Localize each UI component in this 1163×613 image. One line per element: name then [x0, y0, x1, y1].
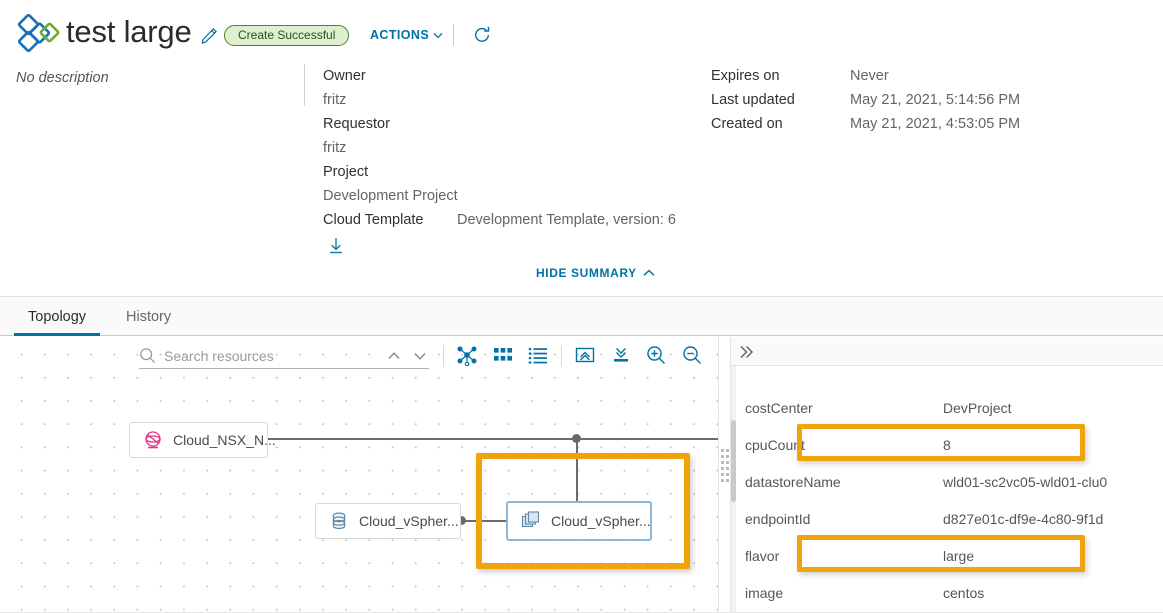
property-key: flavor	[745, 547, 780, 564]
cloud-template-row: Cloud Template Development Template, ver…	[323, 208, 703, 232]
topology-canvas[interactable]: Cloud_NSX_N... Cloud_vSpher...	[0, 337, 718, 613]
expires-on-row: Expires on Never	[711, 64, 1020, 88]
node-label: Cloud_vSpher...	[359, 513, 459, 529]
nsx-network-icon	[142, 429, 164, 451]
tab-history[interactable]: History	[112, 297, 185, 336]
app-root: test large Create Successful ACTIONS No …	[0, 0, 1163, 613]
topology-graph-view-icon[interactable]	[456, 344, 478, 367]
hide-summary-label: HIDE SUMMARY	[536, 266, 637, 280]
property-row-image[interactable]: image centos	[745, 574, 1163, 611]
summary-section: No description Owner fritz Requestor fri…	[0, 58, 1163, 290]
property-row-flavor[interactable]: flavor large	[745, 537, 1163, 574]
list-view-icon[interactable]	[527, 344, 549, 366]
project-value: Development Project	[323, 188, 458, 204]
property-key: endpointId	[745, 510, 811, 527]
created-on-value: May 21, 2021, 4:53:05 PM	[850, 116, 1021, 132]
property-value: 8	[943, 436, 951, 453]
status-badge[interactable]: Create Successful	[224, 25, 350, 46]
page-title: test large	[66, 14, 192, 49]
double-chevron-right-icon[interactable]	[736, 342, 756, 362]
card-grid-view-icon[interactable]	[492, 344, 514, 366]
property-value: DevProject	[943, 399, 1012, 416]
chevron-up-icon	[643, 266, 655, 280]
search-next-icon[interactable]	[411, 347, 429, 365]
zoom-out-icon[interactable]	[681, 344, 703, 366]
summary-right-fields: Expires on Never Last updated May 21, 20…	[711, 64, 1020, 136]
collapse-all-icon[interactable]	[610, 344, 632, 366]
property-key: datastoreName	[745, 473, 841, 490]
property-value: centos	[943, 584, 985, 601]
cloud-template-label: Cloud Template	[323, 212, 424, 228]
node-label: Cloud_NSX_N...	[173, 432, 276, 448]
property-row-endpointid[interactable]: endpointId d827e01c-df9e-4c80-9f1d	[745, 500, 1163, 537]
requestor-label: Requestor	[323, 116, 390, 132]
property-row-datastorename[interactable]: datastoreName wld01-sc2vc05-wld01-clu0	[745, 463, 1163, 500]
search-icon	[139, 347, 156, 364]
splitter-grip-icon	[721, 449, 729, 483]
property-row-costcenter[interactable]: costCenter DevProject	[745, 389, 1163, 426]
owner-value: fritz	[323, 92, 347, 108]
actions-menu-label: ACTIONS	[370, 28, 430, 42]
search-prev-icon[interactable]	[385, 347, 403, 365]
edge-nsx-to-machine	[268, 438, 718, 440]
toolbar-separator-2	[561, 345, 562, 367]
property-value: d827e01c-df9e-4c80-9f1d	[943, 510, 1104, 527]
properties-panel: costCenter DevProject cpuCount 8 datasto…	[730, 337, 1163, 613]
project-label: Project	[323, 164, 369, 180]
node-cloud-nsx-network[interactable]: Cloud_NSX_N...	[129, 422, 276, 458]
download-icon[interactable]	[327, 236, 345, 256]
property-value: large	[943, 547, 975, 564]
properties-list[interactable]: costCenter DevProject cpuCount 8 datasto…	[731, 366, 1163, 613]
vsphere-disk-icon	[328, 510, 350, 532]
panel-splitter[interactable]	[718, 337, 730, 613]
vmware-diamond-logo	[16, 13, 62, 56]
properties-panel-header	[731, 337, 1163, 366]
refresh-icon[interactable]	[472, 25, 492, 45]
description-text: No description	[16, 70, 109, 86]
property-value: wld01-sc2vc05-wld01-clu0	[943, 473, 1108, 490]
hide-summary-button[interactable]: HIDE SUMMARY	[536, 266, 655, 280]
property-key: image	[745, 584, 784, 601]
tab-topology[interactable]: Topology	[14, 297, 101, 336]
node-cloud-vsphere-disk[interactable]: Cloud_vSpher...	[315, 503, 461, 539]
pencil-icon[interactable]	[199, 26, 219, 46]
zoom-in-icon[interactable]	[645, 344, 667, 366]
expand-all-icon[interactable]	[574, 344, 596, 366]
toolbar-separator-1	[443, 345, 444, 367]
last-updated-label: Last updated	[711, 92, 795, 108]
owner-label: Owner	[323, 68, 366, 84]
last-updated-row: Last updated May 21, 2021, 5:14:56 PM	[711, 88, 1020, 112]
chevron-down-icon	[433, 28, 443, 42]
property-row-cpucount[interactable]: cpuCount 8	[745, 426, 1163, 463]
requestor-value: fritz	[323, 140, 347, 156]
search-input[interactable]	[162, 346, 372, 365]
summary-left-fields: Owner fritz Requestor fritz Project Deve…	[323, 64, 703, 232]
property-key: cpuCount	[745, 436, 805, 453]
last-updated-value: May 21, 2021, 5:14:56 PM	[850, 92, 1021, 108]
properties-scrollbar-thumb[interactable]	[731, 420, 736, 502]
cloud-template-value: Development Template, version: 6	[457, 212, 676, 228]
node-cloud-vsphere-machine[interactable]: Cloud_vSpher...	[506, 501, 652, 541]
canvas-toolbar	[0, 337, 718, 373]
property-key: costCenter	[745, 399, 813, 416]
expires-on-value: Never	[850, 68, 889, 84]
vsphere-machine-icon	[520, 510, 542, 532]
node-label: Cloud_vSpher...	[551, 513, 651, 529]
expires-on-label: Expires on	[711, 68, 780, 84]
edge-port-top	[572, 434, 581, 443]
summary-divider	[304, 64, 305, 106]
tab-strip: Topology History	[0, 296, 1163, 336]
page-header: test large Create Successful ACTIONS	[0, 0, 1163, 58]
edge-disk-to-machine	[461, 520, 511, 522]
header-divider	[453, 24, 454, 46]
actions-menu-button[interactable]: ACTIONS	[370, 28, 443, 42]
created-on-row: Created on May 21, 2021, 4:53:05 PM	[711, 112, 1020, 136]
created-on-label: Created on	[711, 116, 783, 132]
search-resources-field[interactable]	[139, 343, 429, 369]
